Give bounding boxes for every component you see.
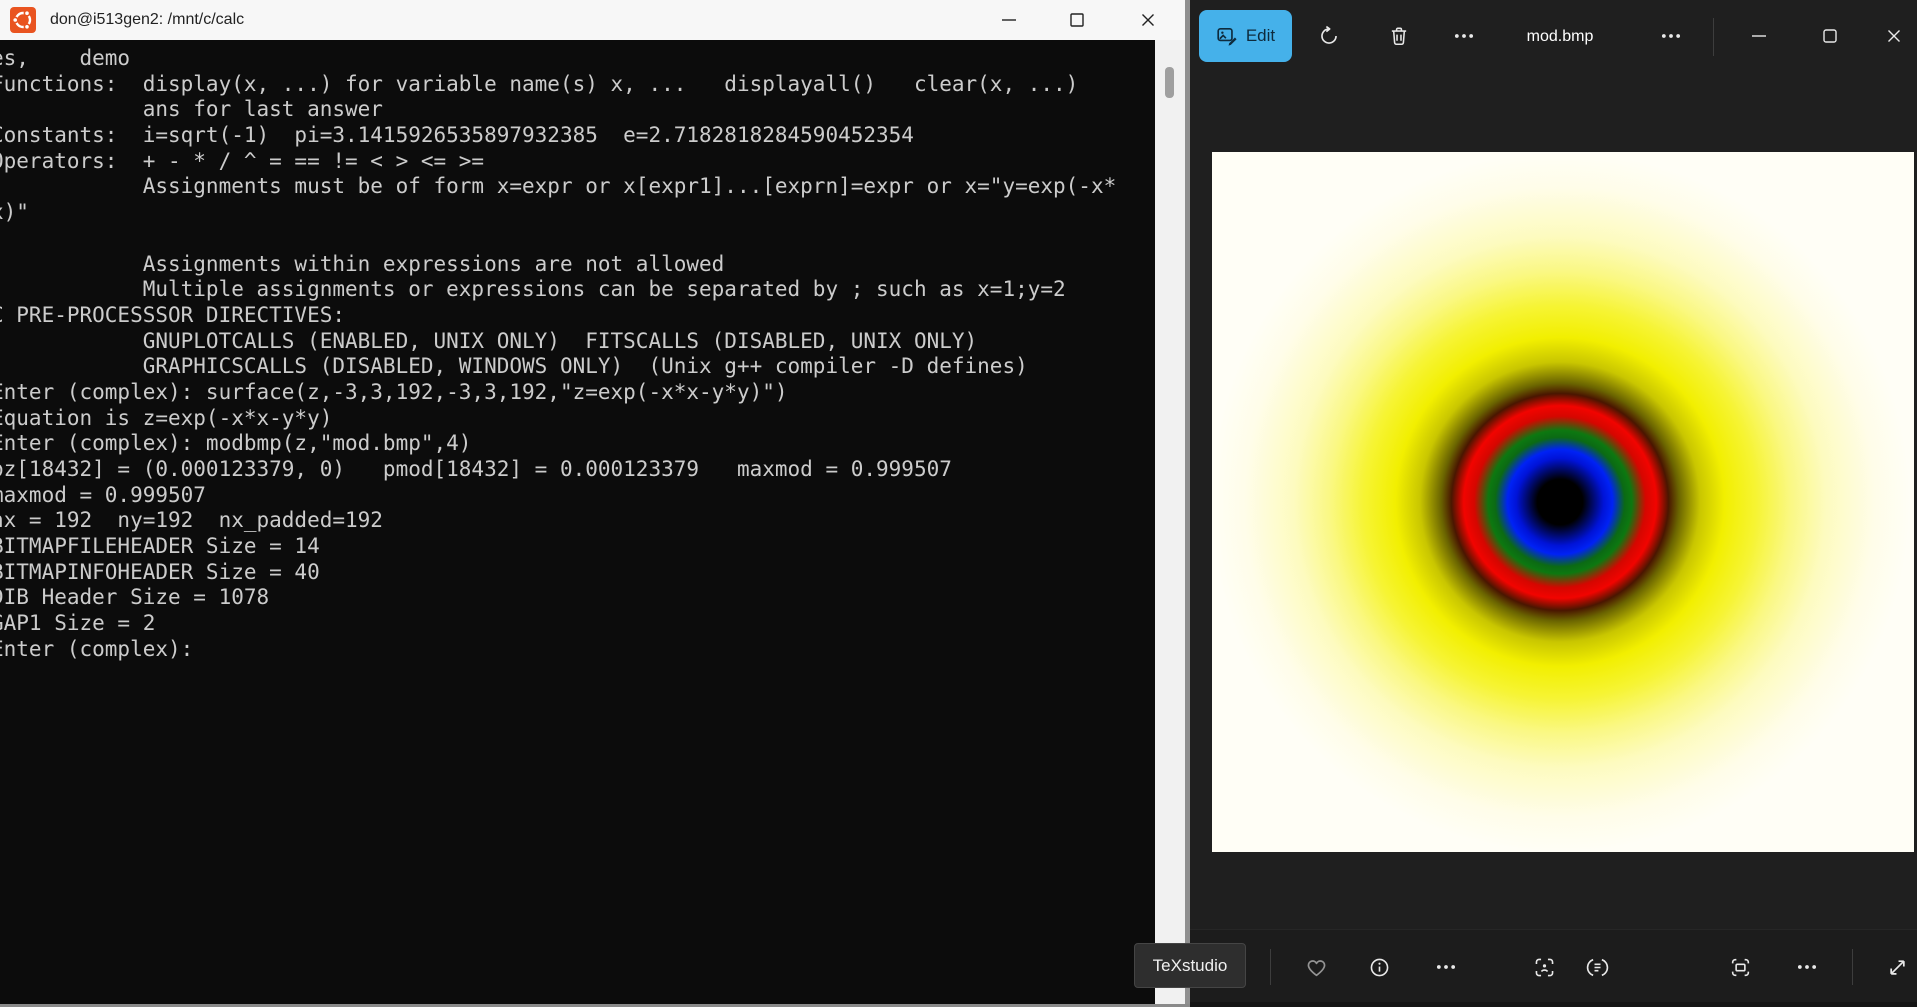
- favorite-button[interactable]: [1294, 945, 1338, 989]
- taskbar-tooltip: TeXstudio: [1134, 943, 1246, 988]
- trash-icon: [1388, 25, 1410, 47]
- ellipsis-icon: [1435, 956, 1457, 978]
- terminal-window: don@i513gen2: /mnt/c/calc es, demo Funct…: [0, 0, 1190, 1004]
- desktop: don@i513gen2: /mnt/c/calc es, demo Funct…: [0, 0, 1917, 1007]
- terminal-line: Constants: i=sqrt(-1) pi=3.1415926535897…: [0, 123, 914, 148]
- terminal-scrollbar-thumb[interactable]: [1165, 67, 1174, 98]
- rotate-button[interactable]: [1307, 14, 1351, 58]
- terminal-line: Enter (complex): surface(z,-3,3,192,-3,3…: [0, 379, 788, 404]
- terminal-line: DIB Header Size = 1078: [0, 585, 270, 610]
- see-more-button[interactable]: [1649, 14, 1693, 58]
- terminal-line: Functions: display(x, ...) for variable …: [0, 71, 1079, 96]
- terminal-scrollbar[interactable]: [1155, 40, 1185, 1004]
- heart-icon: [1305, 956, 1328, 979]
- expand-diagonal-icon: [1886, 956, 1909, 979]
- photo-mod-bmp[interactable]: [1212, 152, 1914, 852]
- terminal-minimize-button[interactable]: [986, 0, 1032, 40]
- terminal-line: ans for last answer: [0, 97, 383, 122]
- terminal-line: x)": [0, 200, 29, 225]
- terminal-line: es, demo: [0, 46, 131, 70]
- edit-image-icon: [1216, 25, 1238, 47]
- fit-screen-icon: [1729, 956, 1752, 979]
- terminal-line: GNUPLOTCALLS (ENABLED, UNIX ONLY) FITSCA…: [0, 328, 978, 353]
- photos-close-button[interactable]: [1871, 14, 1917, 58]
- photos-toolbar: Edit mod.bmp: [1190, 0, 1917, 73]
- photos-window: Edit mod.bmp: [1190, 0, 1917, 1007]
- fit-to-window-button[interactable]: [1718, 945, 1762, 989]
- text-extract-button[interactable]: [1575, 945, 1619, 989]
- edit-button-label: Edit: [1245, 26, 1276, 45]
- photos-filename: mod.bmp: [1526, 28, 1594, 45]
- terminal-line: Assignments within expressions are not a…: [0, 251, 725, 276]
- fullscreen-button[interactable]: [1875, 945, 1917, 989]
- visual-search-button[interactable]: [1522, 945, 1566, 989]
- bottombar-separator: [1270, 949, 1271, 985]
- ubuntu-icon: [10, 7, 36, 33]
- terminal-line: Assignments must be of form x=expr or x[…: [0, 174, 1117, 199]
- ellipsis-icon: [1796, 956, 1818, 978]
- text-extract-icon: [1586, 956, 1609, 979]
- edit-button[interactable]: Edit: [1199, 10, 1292, 62]
- tooltip-label: TeXstudio: [1152, 955, 1228, 975]
- terminal-line: maxmod = 0.999507: [0, 482, 206, 507]
- photos-maximize-button[interactable]: [1807, 14, 1853, 58]
- terminal-line: BITMAPINFOHEADER Size = 40: [0, 559, 320, 584]
- info-icon: [1368, 956, 1391, 979]
- terminal-line: C PRE-PROCESSSOR DIRECTIVES:: [0, 302, 346, 327]
- more-button[interactable]: [1424, 945, 1468, 989]
- ellipsis-icon: [1660, 25, 1682, 47]
- terminal-line: Enter (complex):: [0, 636, 194, 661]
- toolbar-separator: [1713, 18, 1714, 56]
- terminal-line: Equation is z=exp(-x*x-y*y): [0, 405, 333, 430]
- visual-search-icon: [1533, 956, 1556, 979]
- terminal-line: GAP1 Size = 2: [0, 611, 156, 636]
- terminal-title: don@i513gen2: /mnt/c/calc: [50, 11, 245, 28]
- photos-minimize-button[interactable]: [1736, 14, 1782, 58]
- terminal-line: Operators: + - * / ^ = == != < > <= >=: [0, 148, 485, 173]
- terminal-line: Enter (complex): modbmp(z,"mod.bmp",4): [0, 431, 472, 456]
- photos-window-edge: [1190, 1002, 1917, 1007]
- terminal-output[interactable]: es, demo Functions: display(x, ...) for …: [0, 40, 1155, 1004]
- terminal-line: Multiple assignments or expressions can …: [0, 277, 1066, 302]
- more-options-button[interactable]: [1442, 14, 1486, 58]
- zoom-options-button[interactable]: [1785, 945, 1829, 989]
- terminal-close-button[interactable]: [1125, 0, 1171, 40]
- terminal-line: GRAPHICSCALLS (DISABLED, WINDOWS ONLY) (…: [0, 354, 1028, 379]
- file-info-button[interactable]: [1357, 945, 1401, 989]
- bottombar-separator: [1852, 949, 1853, 985]
- photos-bottom-bar: [1190, 929, 1917, 1002]
- terminal-line: pz[18432] = (0.000123379, 0) pmod[18432]…: [0, 457, 952, 481]
- ellipsis-icon: [1453, 25, 1475, 47]
- terminal-maximize-button[interactable]: [1054, 0, 1100, 40]
- delete-button[interactable]: [1377, 14, 1421, 58]
- rotate-icon: [1318, 25, 1340, 47]
- terminal-line: BITMAPFILEHEADER Size = 14: [0, 534, 320, 559]
- terminal-line: nx = 192 ny=192 nx_padded=192: [0, 508, 383, 533]
- terminal-titlebar[interactable]: don@i513gen2: /mnt/c/calc: [0, 0, 1185, 40]
